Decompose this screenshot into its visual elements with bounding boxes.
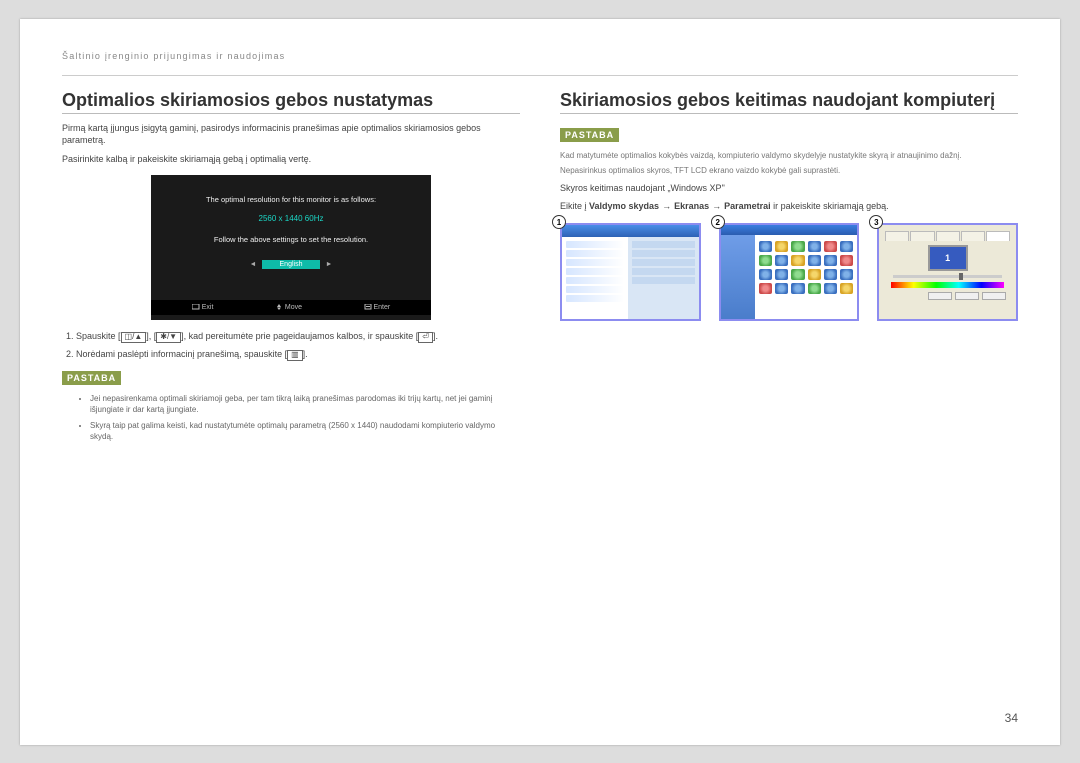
right-title: Skiriamosios gebos keitimas naudojant ko… [560, 90, 1018, 114]
note-item-1: Jei nepasirenkama optimali skiriamoji ge… [90, 393, 520, 415]
page-number: 34 [1005, 711, 1018, 725]
note-body-right: Kad matytumėte optimalios kokybės vaizdą… [560, 150, 1018, 161]
monitor-preview-number: 1 [928, 245, 968, 271]
steps-list: Spauskite [◫/▲], [✱/▼], kad pereitumėte … [76, 330, 520, 361]
osd-language: English [262, 260, 321, 269]
screenshots-row: 1 2 [560, 223, 1018, 321]
step-1: Spauskite [◫/▲], [✱/▼], kad pereitumėte … [76, 330, 520, 344]
thumb-control-panel [719, 223, 860, 321]
note-item-2: Skyrą taip pat galima keisti, kad nustat… [90, 420, 520, 442]
osd-footer: Exit Move Enter [151, 300, 431, 315]
document-page: Šaltinio įrenginio prijungimas ir naudoj… [20, 19, 1060, 745]
osd-resolution: 2560 x 1440 60Hz [161, 214, 421, 223]
note-sub-right: Nepasirinkus optimalios skyros, TFT LCD … [560, 165, 1018, 176]
step-2: Norėdami paslėpti informacinį pranešimą,… [76, 348, 520, 362]
osd-line1: The optimal resolution for this monitor … [161, 195, 421, 204]
osd-exit: Exit [192, 304, 214, 311]
volume-up-icon: ◫/▲ [121, 332, 147, 343]
menu-icon: ▥ [287, 350, 303, 361]
left-title: Optimalios skiriamosios gebos nustatymas [62, 90, 520, 114]
step-number-1: 1 [552, 215, 566, 229]
note-badge-left: PASTABA [62, 371, 121, 385]
chevron-right-icon: ► [326, 261, 333, 268]
right-column: Skiriamosios gebos keitimas naudojant ko… [560, 90, 1018, 447]
thumb-display-props: 1 [877, 223, 1018, 321]
section-header: Šaltinio įrenginio prijungimas ir naudoj… [62, 47, 1018, 76]
osd-line2: Follow the above settings to set the res… [161, 235, 421, 244]
move-icon [275, 304, 283, 310]
thumb-start-menu [560, 223, 701, 321]
chevron-left-icon: ◄ [250, 261, 257, 268]
notes-list-left: Jei nepasirenkama optimali skiriamoji ge… [90, 393, 520, 442]
exit-icon [192, 304, 200, 310]
left-column: Optimalios skiriamosios gebos nustatymas… [62, 90, 520, 447]
enter-icon [364, 304, 372, 310]
left-intro-1: Pirmą kartą įjungus įsigytą gaminį, pasi… [62, 122, 520, 147]
path-line: Eikite į Valdymo skydas→Ekranas→Parametr… [560, 200, 1018, 213]
screenshot-1: 1 [560, 223, 701, 321]
screenshot-3: 3 1 [877, 223, 1018, 321]
columns: Optimalios skiriamosios gebos nustatymas… [62, 90, 1018, 447]
arrow-icon: → [662, 201, 671, 211]
winxp-line: Skyros keitimas naudojant „Windows XP" [560, 182, 1018, 195]
osd-enter: Enter [364, 304, 391, 311]
enter-icon: ⏎ [418, 332, 433, 343]
arrow-icon: → [712, 201, 721, 211]
step-number-2: 2 [711, 215, 725, 229]
note-badge-right: PASTABA [560, 128, 619, 142]
osd-mockup: The optimal resolution for this monitor … [151, 175, 431, 320]
screenshot-2: 2 [719, 223, 860, 321]
brightness-down-icon: ✱/▼ [156, 332, 181, 343]
osd-move: Move [275, 304, 302, 311]
left-intro-2: Pasirinkite kalbą ir pakeiskite skiriamą… [62, 153, 520, 166]
